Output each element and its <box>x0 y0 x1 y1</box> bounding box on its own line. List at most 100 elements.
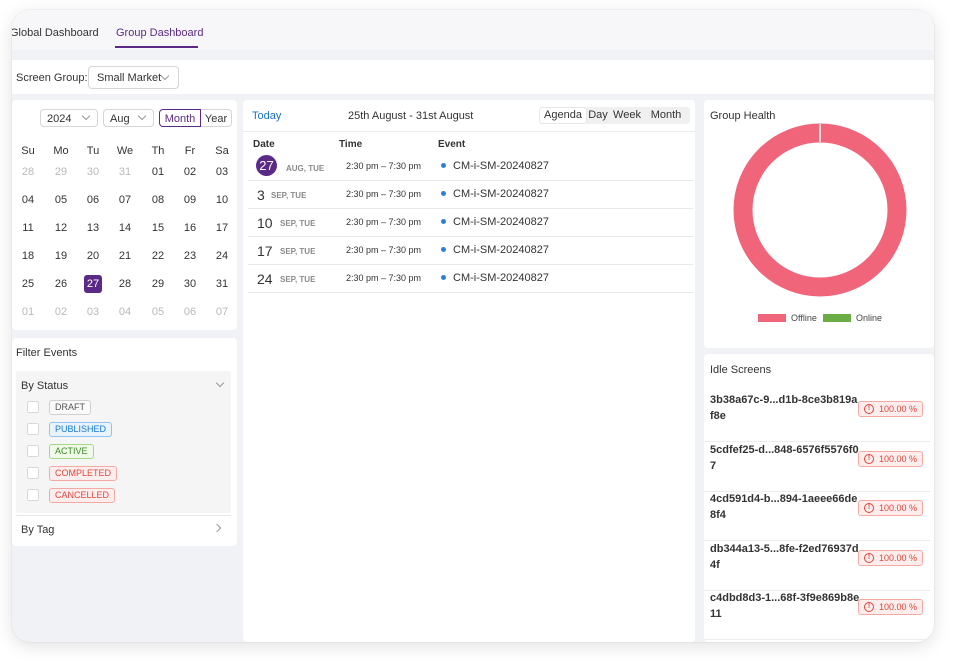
agenda-row[interactable]: 3 SEP, TUE 2:30 pm – 7:30 pm CM-i-SM-202408… <box>248 181 693 209</box>
agenda-row[interactable]: 27 AUG, TUE 2:30 pm – 7:30 pm CM-i-SM-20240… <box>248 152 693 181</box>
by-status-header[interactable]: By Status <box>21 380 68 392</box>
idle-screen-id: 4cd591d4-b...894-1aeee66de8f4 <box>710 493 858 521</box>
calendar-day[interactable]: 17 <box>206 219 238 237</box>
agenda-event-title[interactable]: CM-i-SM-20240827 <box>453 272 549 284</box>
calendar-day[interactable]: 30 <box>174 275 206 293</box>
idle-percent-badge: ! 100.00 % <box>858 500 923 516</box>
calendar-day[interactable]: 21 <box>109 247 141 265</box>
agenda-row[interactable]: 17 SEP, TUE 2:30 pm – 7:30 pm CM-i-SM-20240… <box>248 237 693 265</box>
idle-screen-item[interactable]: db344a13-5...8fe-f2ed76937d4f! 100.00 % <box>704 541 930 591</box>
calendar-day[interactable]: 28 <box>12 163 44 181</box>
agenda-row[interactable]: 24 SEP, TUE 2:30 pm – 7:30 pm CM-i-SM-20240… <box>248 265 693 293</box>
idle-percent-badge: ! 100.00 % <box>858 599 923 615</box>
calendar-day[interactable]: 30 <box>77 163 109 181</box>
tab-group-dashboard[interactable]: Group Dashboard <box>116 27 203 39</box>
calendar-day[interactable]: 04 <box>109 303 141 321</box>
cancelled-checkbox[interactable] <box>27 489 39 501</box>
calendar-day[interactable]: 22 <box>142 247 174 265</box>
screen-group-label: Screen Group: <box>16 72 88 84</box>
idle-screen-item[interactable]: c4dbd8d3-1...68f-3f9e869b8e11! 100.00 % <box>704 590 930 640</box>
calendar-day[interactable]: 12 <box>45 219 77 237</box>
calendar-day[interactable]: 06 <box>174 303 206 321</box>
completed-checkbox[interactable] <box>27 467 39 479</box>
chevron-right-icon <box>212 523 222 533</box>
today-button[interactable]: Today <box>252 110 281 122</box>
calendar-day[interactable]: 28 <box>109 275 141 293</box>
agenda-event-title[interactable]: CM-i-SM-20240827 <box>453 244 549 256</box>
calendar-day[interactable]: 01 <box>142 163 174 181</box>
calendar-day[interactable]: 16 <box>174 219 206 237</box>
calendar-day[interactable]: 25 <box>12 275 44 293</box>
agenda-divider <box>243 131 695 132</box>
calendar-day[interactable]: 05 <box>142 303 174 321</box>
agenda-panel: Today 25th August - 31st August Agenda D… <box>243 100 695 642</box>
calendar-day[interactable]: 02 <box>45 303 77 321</box>
calendar-day[interactable]: 23 <box>174 247 206 265</box>
idle-percent-badge: ! 100.00 % <box>858 450 923 467</box>
idle-screen-item[interactable]: 3b38a67c-9...d1b-8ce3b819af8e! 100.00 % <box>704 392 930 442</box>
agenda-event-title[interactable]: CM-i-SM-20240827 <box>453 160 549 172</box>
calendar-day[interactable]: 07 <box>109 191 141 209</box>
calendar-day[interactable]: 09 <box>174 191 206 209</box>
view-month-button[interactable]: Month <box>644 108 688 123</box>
calendar-day[interactable]: 29 <box>142 275 174 293</box>
filter-events-panel: Filter Events By Status DRAFT PUBLISHED … <box>12 338 237 546</box>
calendar-day[interactable]: 03 <box>77 303 109 321</box>
calendar-day[interactable]: 26 <box>45 275 77 293</box>
idle-screen-item[interactable]: 5cdfef25-d...848-6576f5576f07! 100.00 % <box>704 442 930 492</box>
status-tag-cancelled: CANCELLED <box>49 488 116 503</box>
year-select[interactable]: 2024 <box>40 109 98 127</box>
calendar-day[interactable]: 03 <box>206 163 238 181</box>
calendar-day[interactable]: 06 <box>77 191 109 209</box>
weekday-header: Sa <box>215 145 229 157</box>
calendar-day[interactable]: 14 <box>109 219 141 237</box>
calendar-day[interactable]: 13 <box>77 219 109 237</box>
calendar-day[interactable]: 18 <box>12 247 44 265</box>
weekday-header: Fr <box>184 145 196 157</box>
alert-circle-icon: ! <box>864 404 874 414</box>
status-tag-active: ACTIVE <box>49 444 94 459</box>
idle-percent-value: 100.00 % <box>879 503 918 513</box>
view-day-button[interactable]: Day <box>586 108 610 123</box>
chevron-down-icon[interactable] <box>215 378 225 388</box>
idle-screen-item[interactable]: 4cd591d4-b...894-1aeee66de8f4! 100.00 % <box>704 491 930 541</box>
calendar-day[interactable]: 08 <box>142 191 174 209</box>
calendar-day[interactable]: 15 <box>142 219 174 237</box>
calendar-day[interactable]: 02 <box>174 163 206 181</box>
view-week-button[interactable]: Week <box>612 108 642 123</box>
alert-circle-icon: ! <box>864 552 874 563</box>
calendar-day[interactable]: 24 <box>206 247 238 265</box>
tab-global-dashboard[interactable]: Global Dashboard <box>12 27 99 39</box>
calendar-mode-year[interactable]: Year <box>201 109 232 127</box>
agenda-row[interactable]: 10 SEP, TUE 2:30 pm – 7:30 pm CM-i-SM-20240… <box>248 209 693 237</box>
agenda-event-title[interactable]: CM-i-SM-20240827 <box>453 216 549 228</box>
calendar-day[interactable]: 11 <box>12 219 44 237</box>
idle-screens-panel: Idle Screens 3b38a67c-9...d1b-8ce3b819af… <box>704 354 934 642</box>
agenda-day-number: 27 <box>256 155 277 176</box>
calendar-day[interactable]: 05 <box>45 191 77 209</box>
month-select[interactable]: Aug <box>103 109 154 127</box>
calendar-day-selected[interactable]: 27 <box>77 275 109 293</box>
calendar-day[interactable]: 19 <box>45 247 77 265</box>
online-legend-label: Online <box>856 313 883 323</box>
calendar-mode-month[interactable]: Month <box>159 109 201 127</box>
calendar-day[interactable]: 29 <box>45 163 77 181</box>
dashboard-tabs: Global Dashboard Group Dashboard <box>12 10 934 50</box>
calendar-day[interactable]: 20 <box>77 247 109 265</box>
by-tag-section[interactable]: By Tag <box>16 515 231 541</box>
calendar-day[interactable]: 31 <box>206 275 238 293</box>
active-checkbox[interactable] <box>27 445 39 457</box>
draft-checkbox[interactable] <box>27 401 39 413</box>
calendar-day[interactable]: 10 <box>206 191 238 209</box>
status-tag-draft: DRAFT <box>49 400 91 415</box>
calendar-day[interactable]: 04 <box>12 191 44 209</box>
calendar-day[interactable]: 31 <box>109 163 141 181</box>
view-agenda-button[interactable]: Agenda <box>540 108 586 123</box>
screen-group-select[interactable]: Small Market <box>88 66 179 89</box>
published-checkbox[interactable] <box>27 423 39 435</box>
calendar-day[interactable]: 07 <box>206 303 238 321</box>
calendar-day[interactable]: 01 <box>12 303 44 321</box>
agenda-event-title[interactable]: CM-i-SM-20240827 <box>453 188 549 200</box>
offline-legend-label: Offline <box>791 313 817 323</box>
agenda-time: 2:30 pm – 7:30 pm <box>346 273 422 283</box>
